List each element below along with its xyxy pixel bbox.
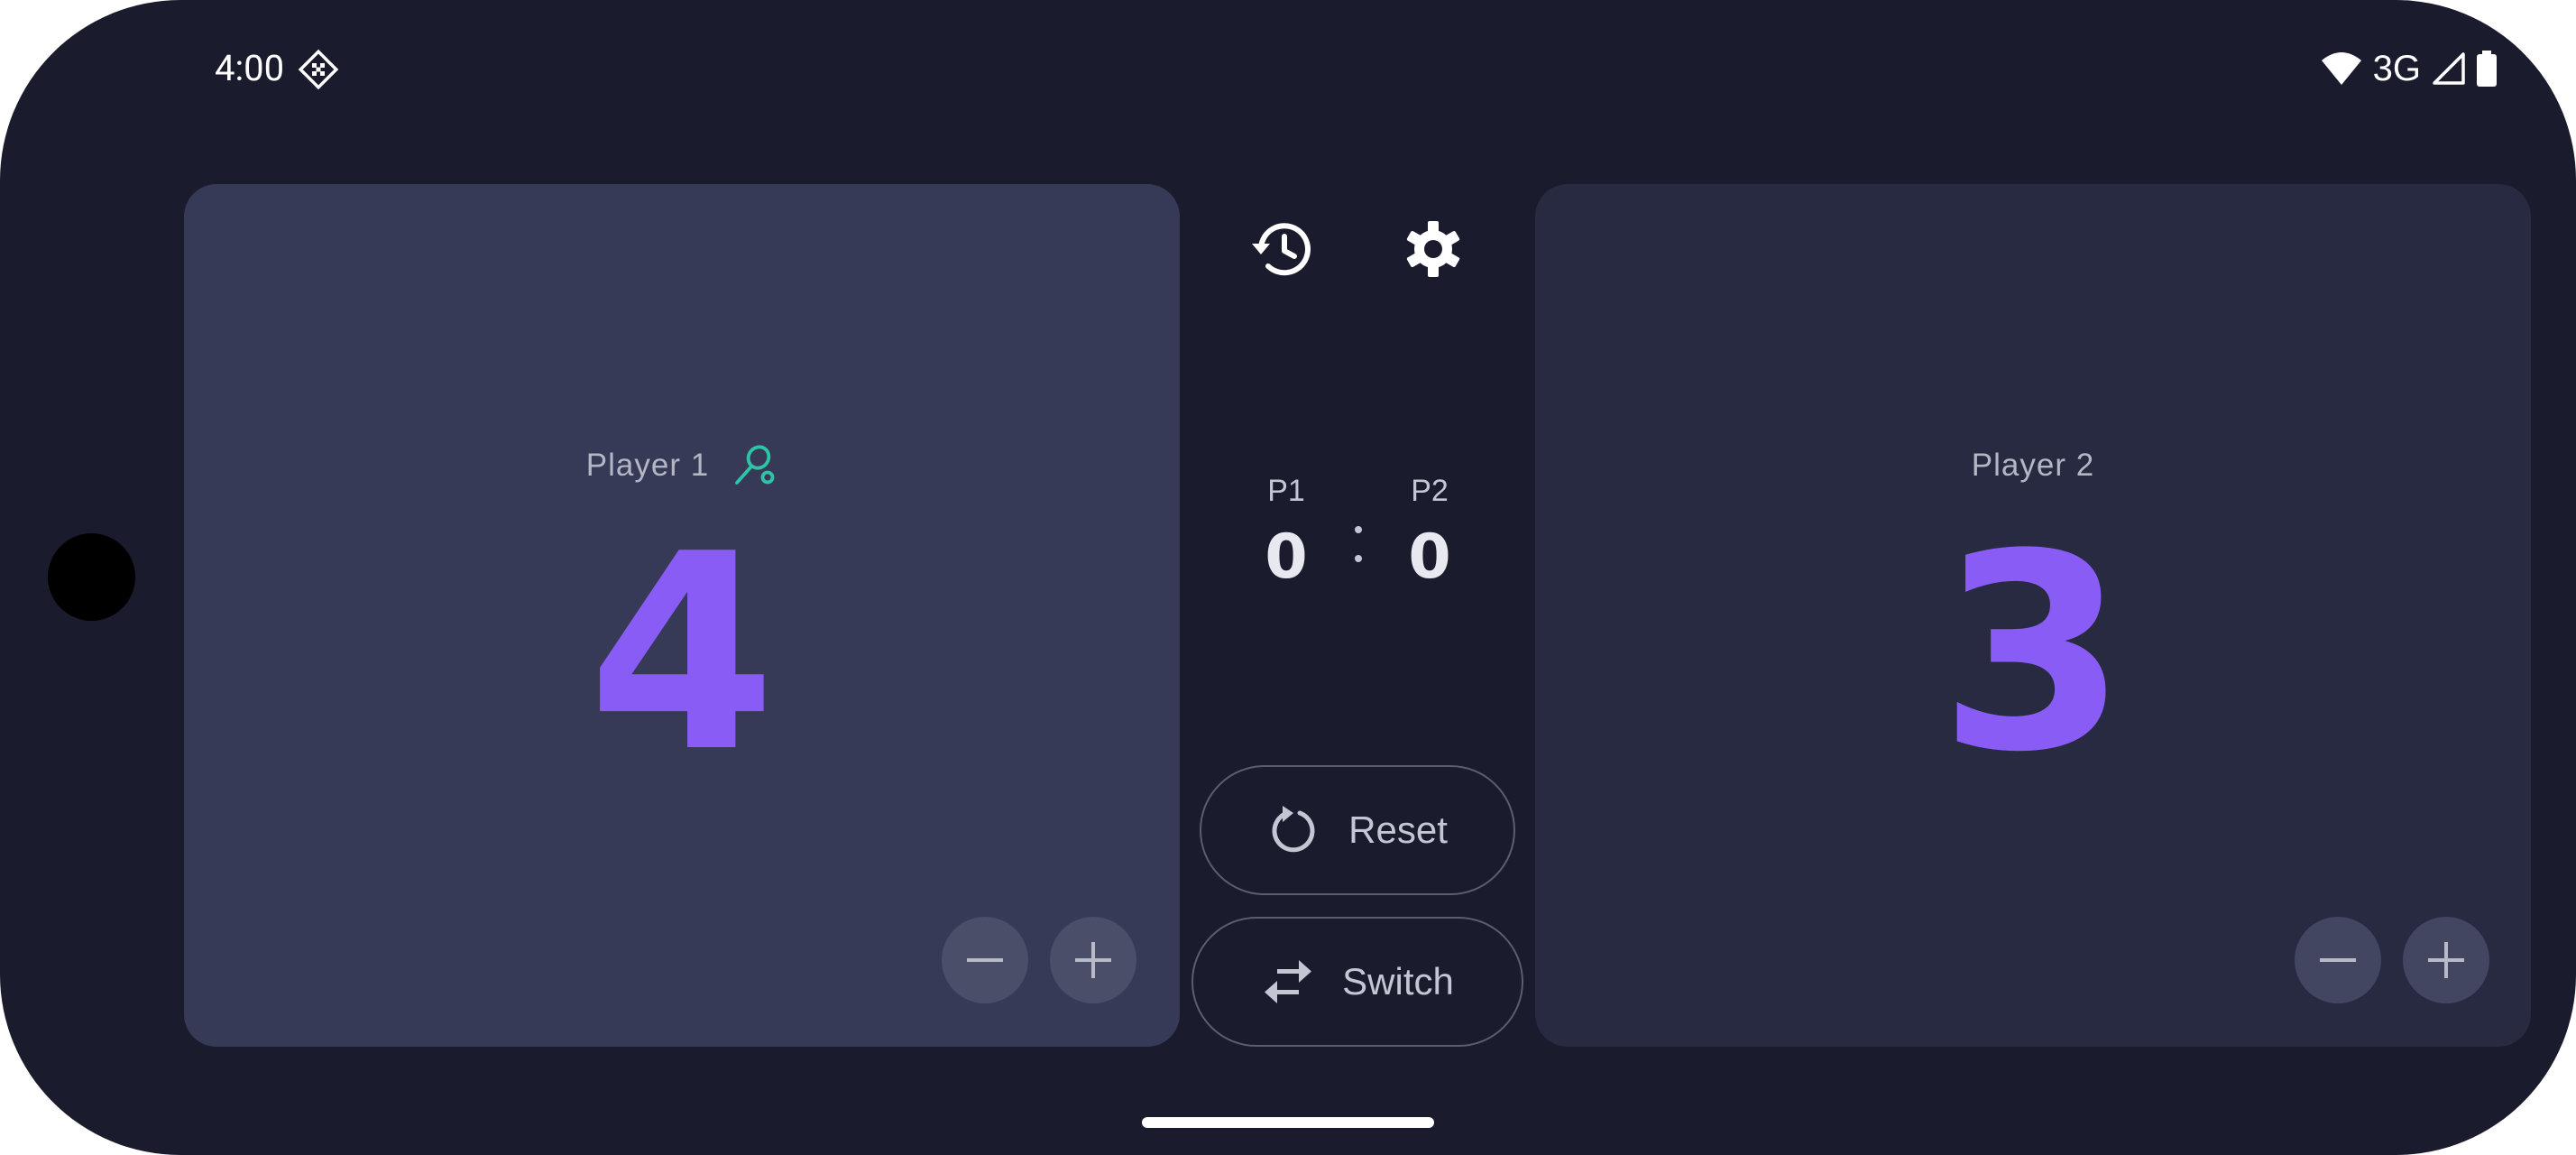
- player1-name: Player 1: [585, 448, 710, 483]
- sets-p1-value: 0: [1265, 522, 1308, 593]
- sets-p2-value: 0: [1408, 522, 1451, 593]
- swap-icon: [1265, 960, 1312, 1003]
- player2-increment-button[interactable]: [2403, 917, 2489, 1003]
- sets-p1-label: P1: [1267, 474, 1305, 508]
- gear-icon[interactable]: [1401, 217, 1466, 282]
- minus-icon: [2320, 958, 2356, 962]
- battery-icon: [2477, 51, 2497, 87]
- reset-icon: [1272, 806, 1315, 853]
- plus-icon: [1075, 942, 1111, 978]
- history-icon[interactable]: [1250, 217, 1315, 282]
- sets-separator-dot: [1355, 526, 1362, 533]
- minus-icon: [967, 958, 1003, 962]
- player2-name: Player 2: [1971, 448, 2095, 483]
- sets-p2-label: P2: [1411, 474, 1449, 508]
- wifi-icon: [2321, 52, 2361, 85]
- camera-cutout: [48, 533, 135, 621]
- sets-separator-dot: [1355, 555, 1362, 562]
- cell-signal-icon: [2433, 52, 2465, 85]
- switch-button[interactable]: Switch: [1191, 917, 1523, 1047]
- player2-decrement-button[interactable]: [2295, 917, 2381, 1003]
- app-notification-icon: [298, 49, 339, 90]
- plus-icon: [2428, 942, 2464, 978]
- player1-header: Player 1: [184, 439, 1180, 493]
- tennis-racket-icon: [735, 445, 775, 485]
- player1-increment-button[interactable]: [1050, 917, 1136, 1003]
- player2-panel[interactable]: Player 2 3: [1535, 184, 2531, 1047]
- player2-score[interactable]: 3: [1535, 505, 2531, 803]
- player1-panel[interactable]: Player 1 4: [184, 184, 1180, 1047]
- status-time: 4:00: [215, 47, 285, 89]
- player2-header: Player 2: [1535, 439, 2531, 493]
- device-screen: 4:00 3G Player 1 4 Player 2 3 P1 P2 0 0 …: [0, 0, 2576, 1155]
- reset-label: Reset: [1348, 808, 1448, 851]
- status-icons: 3G: [2321, 47, 2497, 90]
- player1-score[interactable]: 4: [184, 505, 1180, 803]
- player1-decrement-button[interactable]: [942, 917, 1028, 1003]
- switch-label: Switch: [1342, 960, 1454, 1003]
- home-indicator[interactable]: [1142, 1117, 1434, 1128]
- reset-button[interactable]: Reset: [1200, 765, 1515, 895]
- network-type: 3G: [2372, 49, 2421, 88]
